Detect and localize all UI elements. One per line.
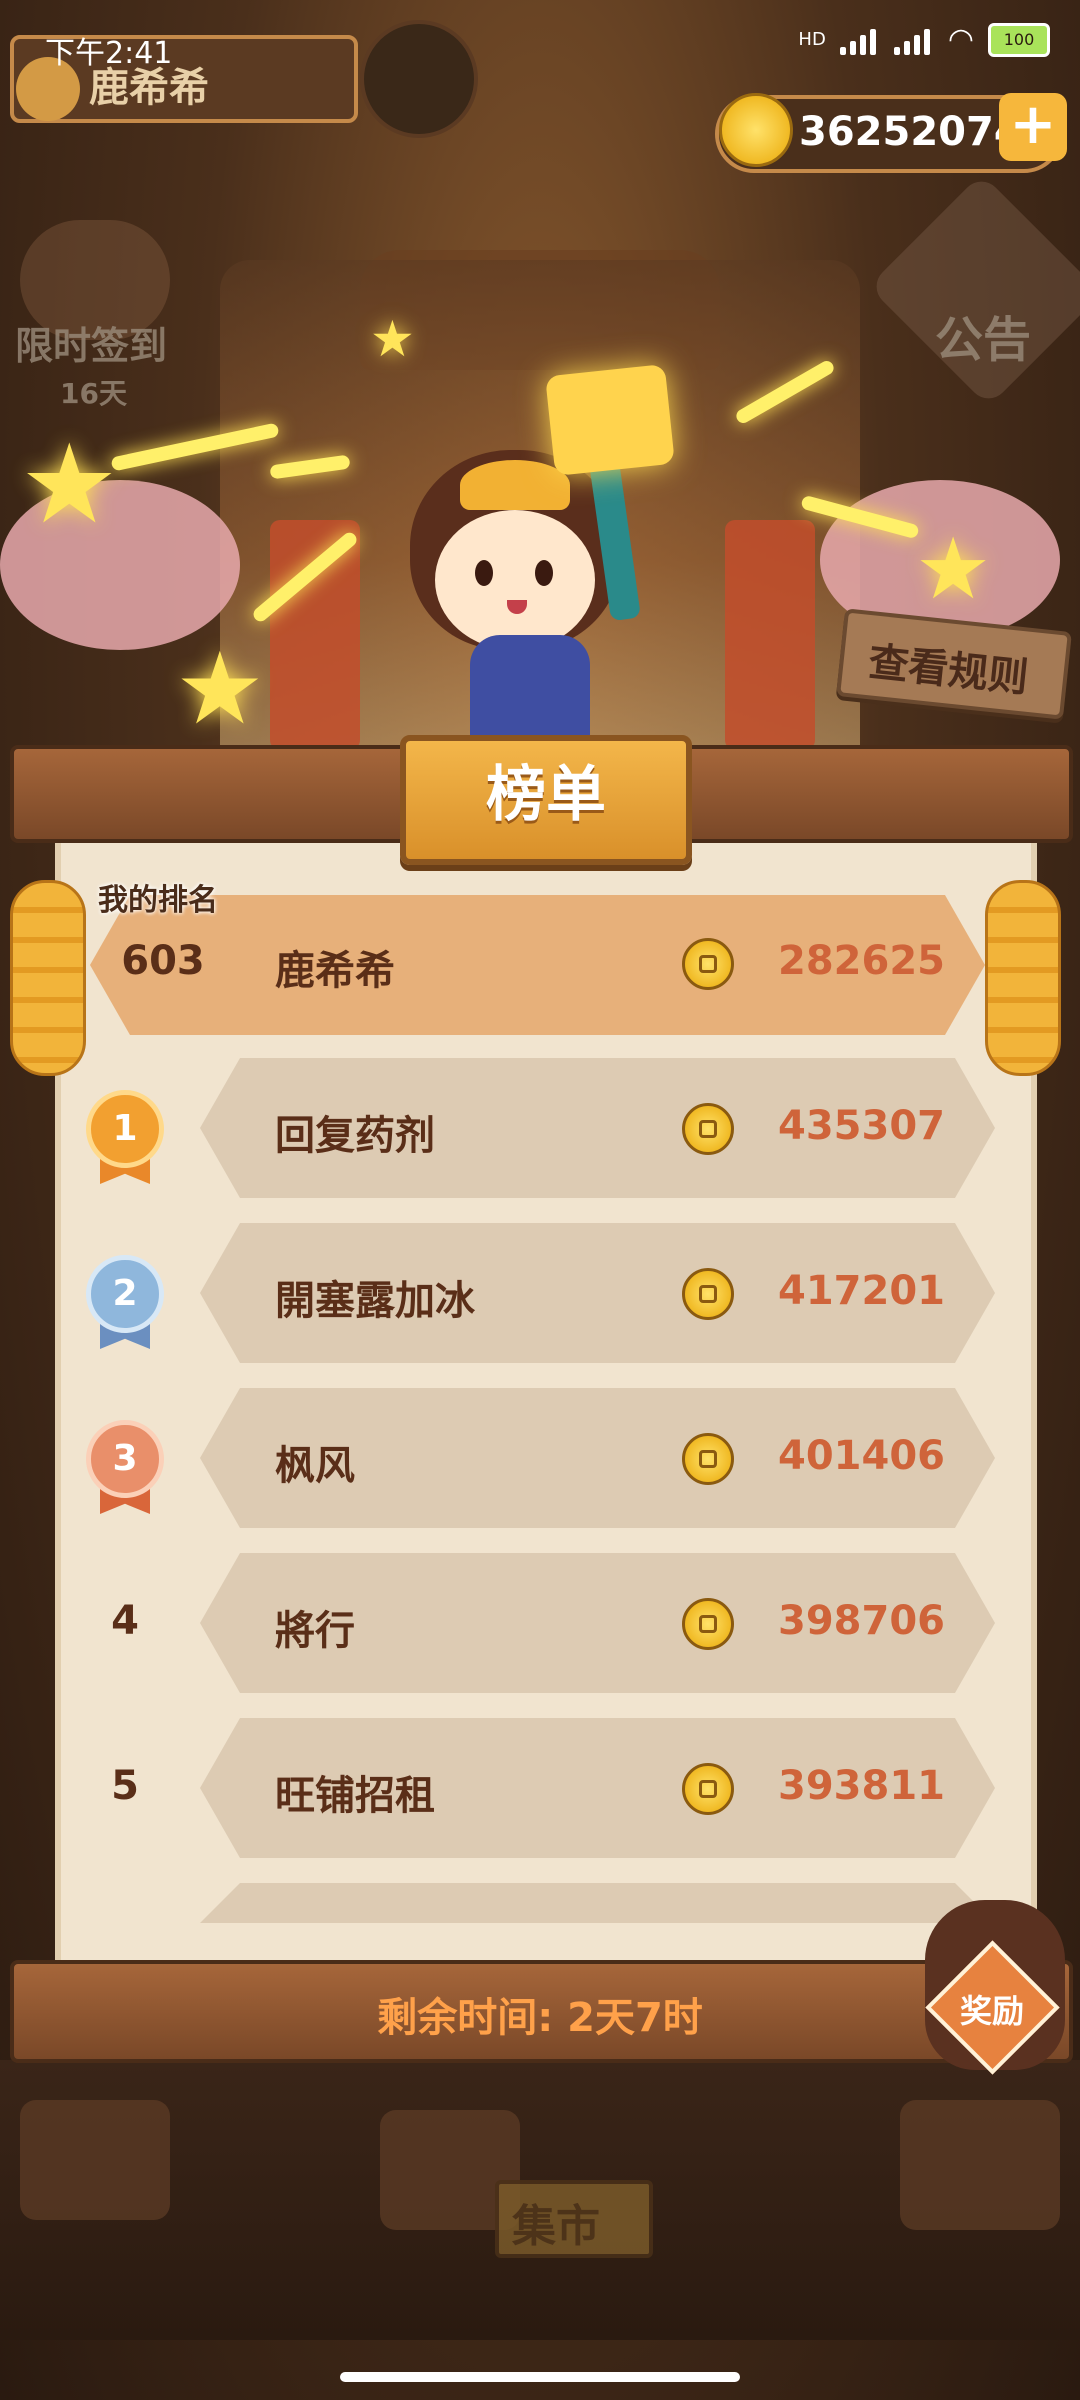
player-score: 417201 (778, 1268, 945, 1314)
player-name: 將行 (275, 1608, 355, 1654)
network-label: HD (798, 29, 826, 50)
battery-icon: 100 (988, 22, 1050, 57)
hero-eye (535, 560, 553, 586)
leaderboard-title: 榜单 (486, 760, 606, 830)
pillar-right (725, 520, 815, 750)
star-icon: ★ (915, 520, 992, 619)
notice-label: 公告 (935, 312, 1032, 368)
coin-icon (682, 1763, 734, 1815)
rank-number: 5 (111, 1763, 139, 1809)
signal-icon (839, 25, 880, 55)
coin-icon (682, 938, 734, 990)
coin-icon (682, 1268, 734, 1320)
pillar-left (270, 520, 360, 750)
gesture-nav-bar[interactable] (340, 2372, 740, 2382)
wifi-icon: ◠ (947, 22, 974, 57)
add-coins-button[interactable]: + (999, 93, 1067, 161)
rank-number: 3 (112, 1438, 138, 1479)
table-row-partial (200, 1883, 995, 1923)
player-score: 435307 (778, 1103, 945, 1149)
remaining-time: 剩余时间: 2天7时 (377, 1995, 703, 2041)
coin-icon (682, 1433, 734, 1485)
rank-number: 1 (112, 1108, 138, 1149)
leaderboard-title-plaque: 榜单 (400, 735, 692, 865)
corn-decoration-right (985, 880, 1061, 1076)
my-rank-number: 603 (121, 938, 205, 984)
player-score: 398706 (778, 1598, 945, 1644)
player-name: 開塞露加冰 (275, 1278, 475, 1324)
coin-balance-bar: 36252074 + (715, 93, 1067, 173)
corn-decoration-left (10, 880, 86, 1076)
view-rules-label: 查看规则 (866, 639, 1031, 702)
signal-icon-2 (893, 25, 934, 55)
checkin-label: 限时签到 (15, 324, 168, 368)
player-name: 旺铺招租 (275, 1773, 435, 1819)
market-stall-left (20, 2100, 170, 2220)
player-score: 393811 (778, 1763, 945, 1809)
market-label: 集市 (512, 2201, 600, 2252)
coin-icon (682, 1598, 734, 1650)
hero-mouth (507, 600, 527, 614)
duck-avatar-button[interactable] (360, 20, 478, 138)
hero-face (435, 510, 595, 650)
golden-hammer-icon (545, 364, 675, 476)
status-time: 下午2:41 (45, 36, 173, 71)
hero-character (380, 364, 700, 745)
star-icon: ★ (20, 420, 119, 548)
rank-number: 2 (112, 1273, 138, 1314)
coin-icon (682, 1103, 734, 1155)
status-icons: HD ◠ 100 (798, 22, 1050, 57)
star-icon: ★ (370, 310, 415, 368)
silver-medal-icon: 2 (86, 1255, 164, 1333)
coin-balance: 36252074 (799, 109, 1022, 155)
coin-icon (719, 93, 793, 167)
player-score: 401406 (778, 1433, 945, 1479)
star-icon: ★ (175, 630, 265, 747)
battery-level: 100 (1003, 30, 1035, 49)
my-rank-label: 我的排名 (98, 883, 218, 918)
reward-label: 奖励 (960, 1992, 1025, 2030)
hero-body (470, 635, 590, 745)
bronze-medal-icon: 3 (86, 1420, 164, 1498)
my-score: 282625 (778, 938, 945, 984)
my-player-name: 鹿希希 (275, 948, 395, 994)
player-name: 回复药剂 (275, 1113, 435, 1159)
hero-eye (475, 560, 493, 586)
checkin-days: 16天 (60, 377, 127, 410)
rank-number: 4 (111, 1598, 139, 1644)
market-stall-right (900, 2100, 1060, 2230)
gold-medal-icon: 1 (86, 1090, 164, 1168)
hero-crown (460, 460, 570, 510)
player-name: 枫风 (275, 1443, 355, 1489)
